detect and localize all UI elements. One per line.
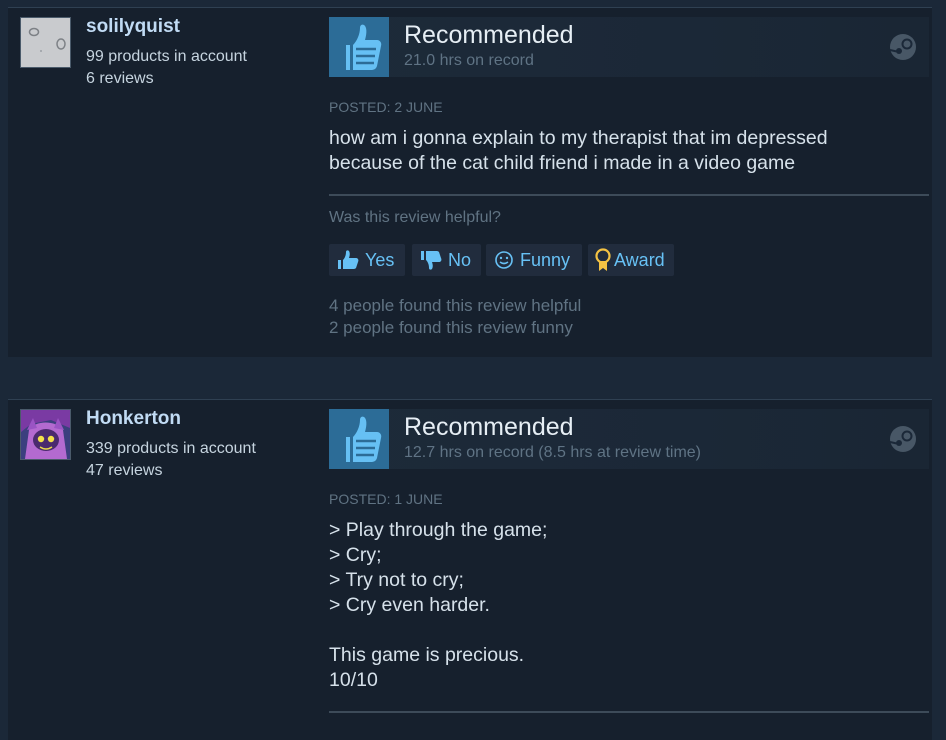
- review-text: how am i gonna explain to my therapist t…: [329, 127, 828, 174]
- author-name[interactable]: Honkerton: [86, 408, 181, 430]
- divider: [329, 711, 929, 713]
- hours-on-record: 12.7 hrs on record (8.5 hrs at review ti…: [404, 444, 702, 461]
- author-name[interactable]: solilyquist: [86, 16, 180, 38]
- author-reviews[interactable]: 47 reviews: [86, 462, 162, 480]
- thumbs-up-icon: [338, 250, 359, 269]
- vote-title: Recommended: [404, 413, 574, 441]
- thumbs-up-icon: [329, 17, 389, 77]
- posted-date: POSTED: 1 JUNE: [329, 491, 443, 507]
- hours-on-record: 21.0 hrs on record: [404, 52, 534, 69]
- review-text: > Play through the game; > Cry; > Try no…: [329, 519, 548, 691]
- author-reviews[interactable]: 6 reviews: [86, 70, 154, 88]
- avatar[interactable]: [20, 409, 71, 460]
- steam-icon: [889, 426, 916, 452]
- helpful-question: Was this review helpful?: [329, 209, 501, 226]
- thumbs-up-icon: [329, 409, 389, 469]
- award-button[interactable]: Award: [588, 244, 674, 276]
- posted-date: POSTED: 2 JUNE: [329, 99, 443, 115]
- yes-button[interactable]: Yes: [329, 244, 405, 276]
- thumbs-down-icon: [421, 251, 442, 270]
- avatar[interactable]: [20, 17, 71, 68]
- vote-header[interactable]: Recommended 12.7 hrs on record (8.5 hrs …: [329, 409, 929, 469]
- divider: [329, 194, 929, 196]
- funny-button[interactable]: Funny: [486, 244, 582, 276]
- author-products[interactable]: 99 products in account: [86, 48, 247, 66]
- yes-label: Yes: [365, 249, 395, 270]
- vote-title: Recommended: [404, 21, 574, 49]
- steam-icon: [889, 34, 916, 60]
- award-label: Award: [614, 249, 665, 270]
- review-card: Honkerton 339 products in account 47 rev…: [8, 400, 932, 740]
- smiley-icon: [495, 251, 513, 269]
- funny-label: Funny: [520, 249, 571, 270]
- vote-header[interactable]: Recommended 21.0 hrs on record: [329, 17, 929, 77]
- helpful-count: 4 people found this review helpful: [329, 296, 582, 315]
- no-button[interactable]: No: [412, 244, 481, 276]
- funny-count: 2 people found this review funny: [329, 318, 573, 337]
- no-label: No: [448, 249, 472, 270]
- review-card: solilyquist 99 products in account 6 rev…: [8, 8, 932, 357]
- author-products[interactable]: 339 products in account: [86, 440, 256, 458]
- award-icon: [595, 248, 611, 271]
